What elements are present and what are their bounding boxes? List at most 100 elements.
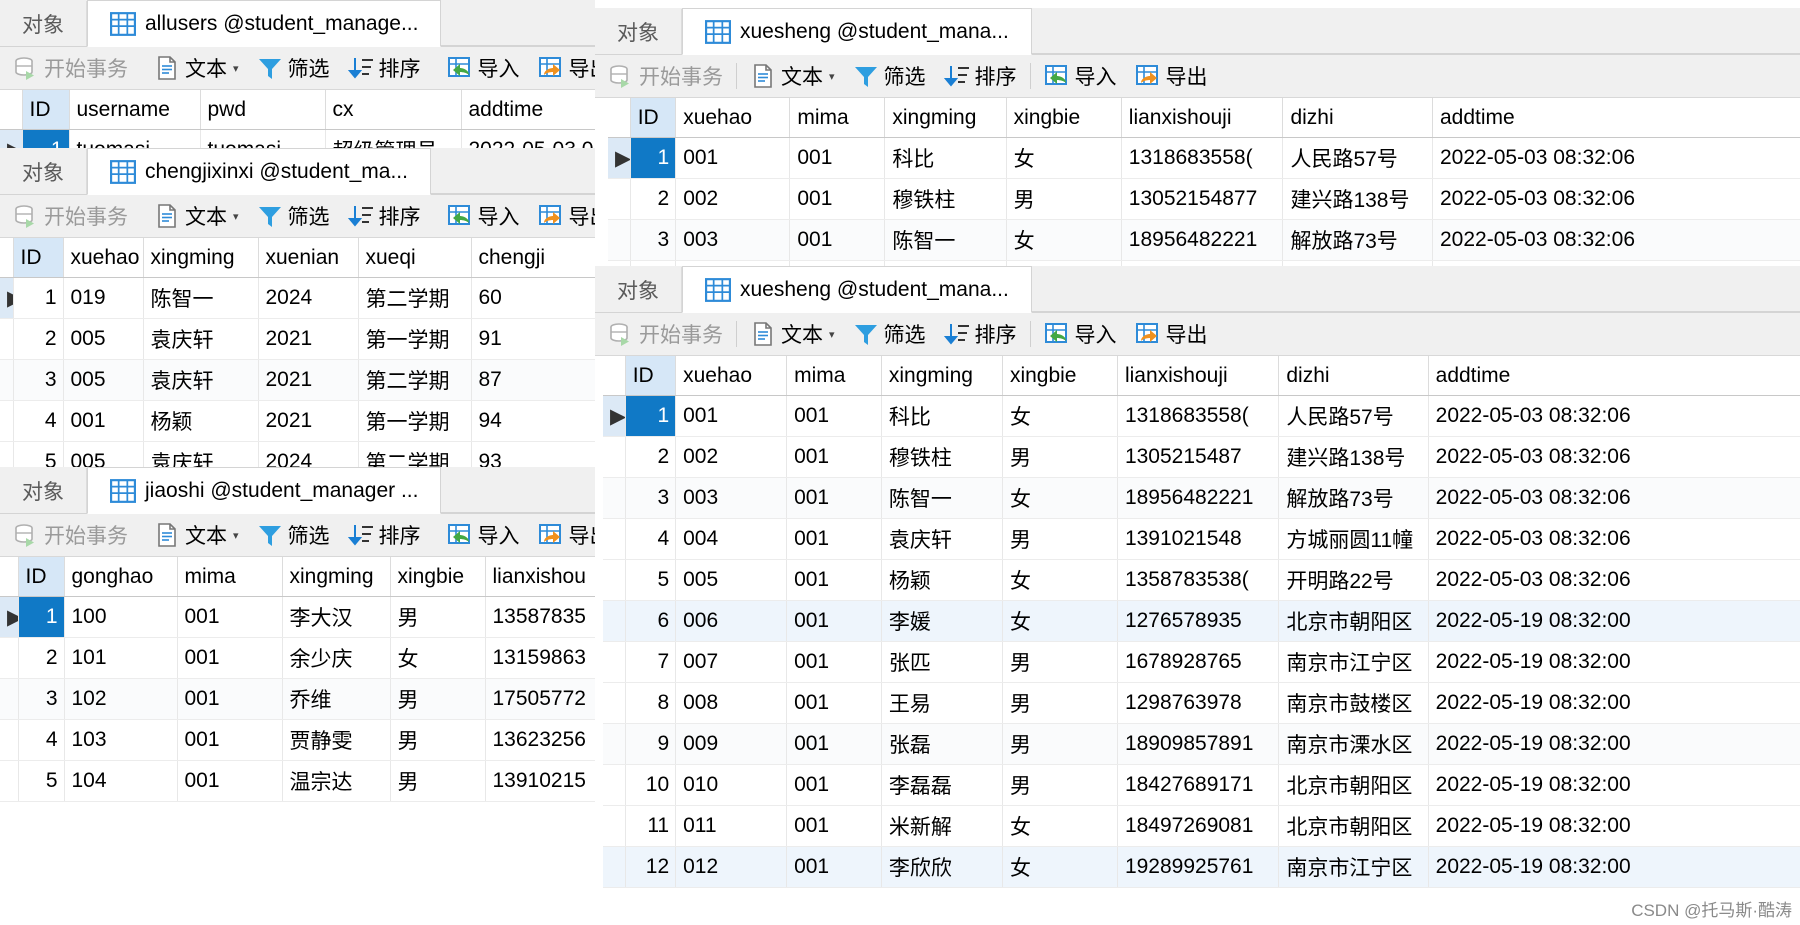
chevron-down-icon[interactable]: ▾: [233, 62, 239, 75]
text-button[interactable]: 文本 ▾: [145, 49, 248, 87]
cell-xuehao[interactable]: 001: [63, 400, 144, 442]
table-row[interactable]: 7 007 001 张匹 男 1678928765 南京市江宁区 2022-05…: [603, 641, 1800, 683]
cell-xingming[interactable]: 杨颖: [143, 400, 259, 442]
cell-xingbie[interactable]: 男: [390, 760, 486, 802]
cell-xingbie[interactable]: 女: [1002, 846, 1118, 888]
cell-xuenian[interactable]: 2021: [258, 318, 359, 360]
cell-id[interactable]: 9: [625, 723, 677, 765]
sort-button[interactable]: 排序: [339, 49, 430, 87]
cell-xingming[interactable]: 穆铁柱: [884, 178, 1007, 220]
column-header-id[interactable]: ID: [18, 557, 65, 597]
cell-xuehao[interactable]: 001: [675, 395, 788, 437]
tab-table-allusers[interactable]: allusers @student_manage...: [87, 0, 442, 47]
cell-lianxishouji[interactable]: 1318683558(: [1117, 395, 1280, 437]
cell-cx[interactable]: 超级管理员: [325, 129, 462, 148]
cell-xingbie[interactable]: 男: [1002, 436, 1118, 478]
cell-xueqi[interactable]: 第二学期: [358, 441, 472, 467]
cell-lianxishouji[interactable]: 13052154877: [1121, 178, 1284, 220]
cell-xingbie[interactable]: 男: [1002, 764, 1118, 806]
table-row[interactable]: 2 002 001 穆铁柱 男 13052154877 建兴路138号 2022…: [608, 178, 1800, 220]
cell-xingming[interactable]: 科比: [881, 395, 1003, 437]
cell-dizhi[interactable]: 人民路57号: [1278, 395, 1429, 437]
cell-lianxishouji[interactable]: 13159863: [485, 637, 595, 679]
column-header-xingming[interactable]: xingming: [881, 356, 1003, 396]
cell-addtime[interactable]: 2022-05-19 08:32:00: [1428, 682, 1800, 724]
cell-mima[interactable]: 001: [177, 719, 283, 761]
cell-xingbie[interactable]: 女: [1006, 137, 1122, 179]
table-row[interactable]: 4 103 001 贾静雯 男 13623256: [0, 719, 595, 761]
cell-xingming[interactable]: 陈智一: [884, 219, 1007, 261]
cell-chengji[interactable]: 60: [471, 277, 595, 319]
filter-button[interactable]: 筛选: [844, 315, 935, 353]
cell-id[interactable]: 1: [625, 395, 677, 437]
cell-xueqi[interactable]: 第二学期: [358, 277, 472, 319]
cell-xingming[interactable]: 李欣欣: [881, 846, 1003, 888]
cell-mima[interactable]: 001: [789, 219, 886, 261]
cell-xingming[interactable]: 李大汉: [282, 596, 391, 638]
column-header-cx[interactable]: cx: [325, 90, 462, 130]
cell-chengji[interactable]: 93: [471, 441, 595, 467]
column-header-xingming[interactable]: xingming: [884, 98, 1007, 138]
column-header-addtime[interactable]: addtime: [1428, 356, 1800, 396]
begin-transaction-button[interactable]: 开始事务: [4, 49, 137, 87]
grid-xuesheng-bottom[interactable]: ID xuehao mima xingming xingbie lianxish…: [603, 356, 1800, 888]
cell-xingbie[interactable]: 男: [1002, 682, 1118, 724]
tab-object[interactable]: 对象: [595, 267, 682, 312]
table-row[interactable]: 9 009 001 张磊 男 18909857891 南京市溧水区 2022-0…: [603, 723, 1800, 765]
cell-xueqi[interactable]: 第二学期: [358, 359, 472, 401]
cell-lianxishouji[interactable]: 18497269081: [1117, 805, 1280, 847]
cell-lianxishouji[interactable]: 1305215487: [1117, 436, 1280, 478]
column-header-xuehao[interactable]: xuehao: [675, 356, 788, 396]
cell-xingbie[interactable]: 女: [1002, 559, 1118, 601]
cell-lianxishouji[interactable]: 19289925761: [1117, 846, 1280, 888]
chevron-down-icon[interactable]: ▾: [829, 70, 835, 83]
cell-id[interactable]: 1: [22, 129, 70, 148]
cell-mima[interactable]: 001: [786, 395, 882, 437]
table-row[interactable]: 3 003 001 陈智一 女 18956482221 解放路73号 2022-…: [608, 219, 1800, 261]
table-row[interactable]: ▶ 1 001 001 科比 女 1318683558( 人民路57号 2022…: [608, 137, 1800, 179]
cell-dizhi[interactable]: 南京市江宁区: [1278, 641, 1429, 683]
column-header-mima[interactable]: mima: [786, 356, 882, 396]
cell-xuehao[interactable]: 002: [675, 436, 788, 478]
text-button[interactable]: 文本 ▾: [741, 57, 844, 95]
cell-xingbie[interactable]: 女: [1002, 395, 1118, 437]
cell-id[interactable]: 2: [18, 637, 65, 679]
table-row[interactable]: 5 005 001 杨颖 女 1358783538( 开明路22号 2022-0…: [603, 559, 1800, 601]
cell-lianxishouji[interactable]: 1678928765: [1117, 641, 1280, 683]
cell-chengji[interactable]: 91: [471, 318, 595, 360]
import-button[interactable]: 导入: [438, 516, 529, 554]
sort-button[interactable]: 排序: [935, 57, 1026, 95]
cell-addtime[interactable]: 2022-05-03 08:32:06: [1432, 137, 1800, 179]
column-header-id[interactable]: ID: [630, 98, 677, 138]
column-header-xuenian[interactable]: xuenian: [258, 238, 359, 278]
cell-xingming[interactable]: 穆铁柱: [881, 436, 1003, 478]
cell-gonghao[interactable]: 101: [64, 637, 178, 679]
text-button[interactable]: 文本 ▾: [145, 197, 248, 235]
cell-id[interactable]: 2: [630, 178, 677, 220]
cell-xingming[interactable]: 杨颖: [881, 559, 1003, 601]
begin-transaction-button[interactable]: 开始事务: [4, 516, 137, 554]
cell-xingbie[interactable]: 男: [390, 719, 486, 761]
cell-xingming[interactable]: 陈智一: [881, 477, 1003, 519]
cell-xingbie[interactable]: 男: [1002, 641, 1118, 683]
cell-lianxishouji[interactable]: 13587835: [485, 596, 595, 638]
cell-gonghao[interactable]: 100: [64, 596, 178, 638]
column-header-xuehao[interactable]: xuehao: [63, 238, 144, 278]
cell-id[interactable]: 5: [18, 760, 65, 802]
table-row[interactable]: 5 005 袁庆轩 2024 第二学期 93: [0, 441, 595, 467]
cell-xingming[interactable]: 袁庆轩: [143, 318, 259, 360]
tab-object[interactable]: 对象: [0, 468, 87, 513]
cell-dizhi[interactable]: 人民路57号: [1282, 137, 1433, 179]
grid-jiaoshi[interactable]: ID gonghao mima xingming xingbie lianxis…: [0, 557, 595, 802]
import-button[interactable]: 导入: [438, 49, 529, 87]
cell-id[interactable]: 3: [630, 219, 677, 261]
cell-xuenian[interactable]: 2024: [258, 277, 359, 319]
export-button[interactable]: 导出: [1126, 315, 1217, 353]
cell-mima[interactable]: 001: [789, 178, 886, 220]
table-row[interactable]: 2 101 001 余少庆 女 13159863: [0, 637, 595, 679]
column-header-xuehao[interactable]: xuehao: [675, 98, 791, 138]
cell-dizhi[interactable]: 南京市江宁区: [1278, 846, 1429, 888]
cell-id[interactable]: 2: [625, 436, 677, 478]
cell-xingming[interactable]: 张匹: [881, 641, 1003, 683]
cell-addtime[interactable]: 2022-05-03 08:32:06: [1428, 559, 1800, 601]
